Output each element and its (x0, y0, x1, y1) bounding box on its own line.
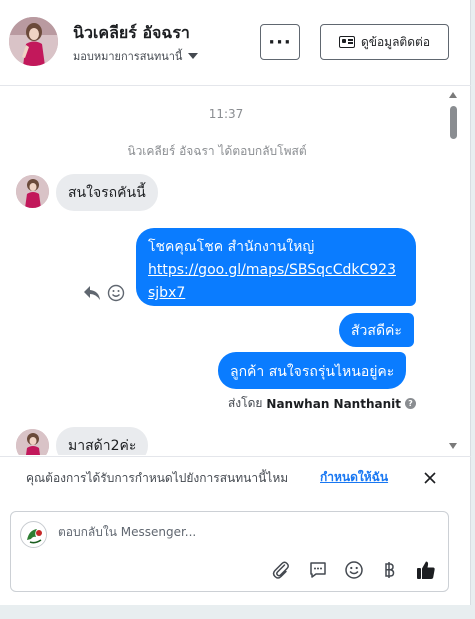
message-timestamp: 11:37 (208, 107, 244, 121)
saved-replies-icon[interactable] (307, 559, 329, 581)
assignment-banner: คุณต้องการได้รับการกำหนดไปยังการสนทนานี้… (0, 456, 471, 498)
contact-name[interactable]: นิวเคลียร์ อัจฉรา (73, 21, 190, 46)
scroll-down-icon[interactable] (449, 443, 457, 449)
conversation-header: นิวเคลียร์ อัจฉรา มอบหมายการสนทนานี้ ···… (0, 0, 471, 86)
sent-by-label: ส่งโดย Nanwhan Nanthanit ? (228, 394, 416, 413)
assign-label: มอบหมายการสนทนานี้ (73, 50, 183, 63)
message-line: โชคคุณโชค สำนักงานใหญ่ (148, 239, 315, 255)
message-actions (83, 284, 125, 306)
assign-conversation-dropdown[interactable]: มอบหมายการสนทนานี้ (73, 47, 199, 65)
maps-link[interactable]: https://goo.gl/maps/SBSqcCdkC923 (148, 262, 396, 278)
sent-by-prefix: ส่งโดย (227, 396, 263, 410)
incoming-message[interactable]: สนใจรถคันนี้ (56, 174, 158, 211)
attach-icon[interactable] (270, 559, 292, 581)
help-icon[interactable]: ? (405, 398, 416, 409)
more-options-button[interactable]: ··· (260, 24, 300, 60)
sent-by-name: Nanwhan Nanthanit (266, 396, 401, 411)
assign-to-me-link[interactable]: กำหนดให้ฉัน (320, 468, 388, 487)
contact-avatar[interactable] (9, 17, 58, 66)
view-contact-info-button[interactable]: ดูข้อมูลติดต่อ (320, 24, 449, 60)
close-icon[interactable] (421, 469, 439, 487)
messenger-conversation-window: นิวเคลียร์ อัจฉรา มอบหมายการสนทนานี้ ···… (0, 0, 471, 605)
outgoing-message[interactable]: ลูกค้า สนใจรถรุ่นไหนอยู่คะ (218, 352, 407, 389)
contact-avatar-small (16, 429, 49, 455)
message-composer (10, 511, 449, 592)
thumbs-up-icon[interactable] (415, 559, 437, 581)
contact-avatar-small (16, 175, 49, 208)
thread-event-notice: นิวเคลียร์ อัจฉรา ได้ตอบกลับโพสต์ (127, 144, 307, 158)
thread-scrollbar[interactable] (448, 87, 459, 455)
contact-info-label: ดูข้อมูลติดต่อ (360, 34, 431, 49)
smiley-icon[interactable] (107, 284, 125, 306)
assignment-prompt: คุณต้องการได้รับการกำหนดไปยังการสนทนานี้… (26, 471, 289, 485)
outgoing-message-link[interactable]: โชคคุณโชค สำนักงานใหญ่ https://goo.gl/ma… (136, 228, 416, 306)
outgoing-message[interactable]: สัวสดีค่ะ (339, 313, 414, 347)
scroll-up-icon[interactable] (449, 92, 457, 98)
baht-icon[interactable] (378, 559, 400, 581)
reply-input[interactable] (58, 525, 428, 539)
scrollbar-thumb[interactable] (450, 106, 457, 139)
more-icon: ··· (268, 31, 292, 53)
message-thread[interactable]: 11:37 นิวเคลียร์ อัจฉรา ได้ตอบกลับโพสต์ … (0, 87, 459, 455)
emoji-icon[interactable] (343, 559, 365, 581)
page-avatar (20, 521, 47, 548)
incoming-message[interactable]: มาสด้า2ค่ะ (56, 427, 149, 455)
maps-link-continued[interactable]: sjbx7 (148, 285, 185, 301)
reply-icon[interactable] (83, 285, 101, 305)
contact-card-icon (338, 36, 355, 48)
caret-down-icon (188, 53, 199, 59)
